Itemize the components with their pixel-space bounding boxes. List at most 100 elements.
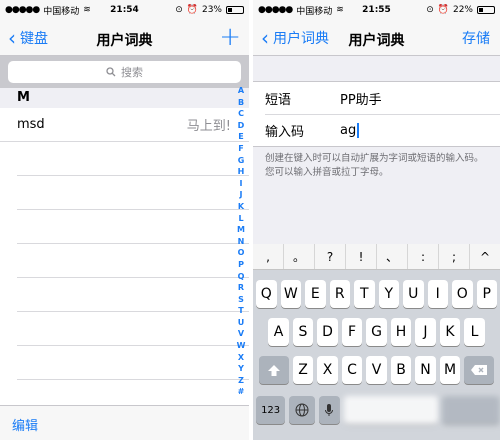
- index-letter-t[interactable]: T: [238, 305, 243, 317]
- key-t[interactable]: T: [354, 280, 375, 308]
- empty-row: [17, 244, 249, 278]
- punctuation-key[interactable]: 。: [284, 244, 315, 269]
- index-letter-v[interactable]: V: [238, 328, 244, 340]
- battery-icon: [477, 6, 495, 14]
- punctuation-key[interactable]: :: [408, 244, 439, 269]
- key-q[interactable]: Q: [256, 280, 277, 308]
- index-letter-hash[interactable]: #: [238, 386, 245, 398]
- key-o[interactable]: O: [452, 280, 473, 308]
- index-letter-p[interactable]: P: [238, 259, 244, 271]
- shift-key[interactable]: [258, 356, 289, 384]
- keyboard-row-2: ASDFGHJKL: [253, 318, 500, 346]
- key-l[interactable]: L: [464, 318, 485, 346]
- key-w[interactable]: W: [280, 280, 301, 308]
- status-bar: ●●●●● 中国移动 ≋ 21:55 ⊙ ⏰ 22%: [253, 0, 500, 20]
- index-letter-r[interactable]: R: [238, 282, 244, 294]
- section-header: M: [0, 88, 249, 108]
- key-x[interactable]: X: [317, 356, 338, 384]
- status-bar: ●●●●● 中国移动 ≋ 21:54 ⊙ ⏰ 23%: [0, 0, 249, 20]
- index-letter-w[interactable]: W: [237, 340, 246, 352]
- key-a[interactable]: A: [268, 318, 289, 346]
- navigation-bar: ‹ 用户词典 用户词典 存储: [253, 20, 500, 56]
- key-e[interactable]: E: [305, 280, 326, 308]
- punctuation-key[interactable]: ;: [439, 244, 470, 269]
- keyboard-row-3: ZXCVBNM: [253, 356, 500, 384]
- key-d[interactable]: D: [317, 318, 338, 346]
- key-m[interactable]: M: [439, 356, 461, 384]
- key-j[interactable]: J: [415, 318, 436, 346]
- key-u[interactable]: U: [403, 280, 424, 308]
- key-y[interactable]: Y: [378, 280, 399, 308]
- key-v[interactable]: V: [366, 356, 387, 384]
- index-letter-i[interactable]: I: [240, 178, 243, 190]
- key-n[interactable]: N: [415, 356, 436, 384]
- punctuation-key[interactable]: ?: [315, 244, 346, 269]
- phrase-label: 短语: [265, 92, 292, 108]
- index-letter-l[interactable]: L: [238, 213, 243, 225]
- phrase-value[interactable]: PP助手: [340, 89, 382, 108]
- index-letter-z[interactable]: Z: [238, 375, 244, 387]
- delete-key[interactable]: [464, 356, 495, 384]
- phrase-field[interactable]: 短语 PP助手: [253, 82, 500, 114]
- chevron-left-icon: ‹: [261, 26, 269, 50]
- index-letter-y[interactable]: Y: [238, 363, 244, 375]
- key-h[interactable]: H: [390, 318, 412, 346]
- navigation-bar: ‹ 键盘 用户词典 +: [0, 20, 249, 56]
- index-letter-q[interactable]: Q: [238, 271, 245, 283]
- entry-phrase: 马上到!: [186, 119, 231, 134]
- list-item[interactable]: msd 马上到!: [0, 108, 249, 142]
- index-letter-d[interactable]: D: [238, 120, 245, 132]
- punctuation-key[interactable]: ^: [470, 244, 500, 269]
- index-letter-c[interactable]: C: [238, 108, 244, 120]
- key-s[interactable]: S: [292, 318, 314, 346]
- index-letter-b[interactable]: B: [238, 97, 244, 109]
- empty-row: [17, 176, 249, 210]
- section-index[interactable]: A B C D E F G H I J K L M N O P Q R S T U V W X Y Z #: [235, 85, 247, 398]
- shortcut-field[interactable]: 输入码 ag: [265, 114, 500, 146]
- index-letter-u[interactable]: U: [238, 317, 245, 329]
- index-letter-a[interactable]: A: [238, 85, 244, 97]
- return-key[interactable]: [441, 396, 500, 424]
- microphone-key[interactable]: [318, 396, 340, 424]
- numbers-key[interactable]: 123: [256, 396, 286, 424]
- index-letter-x[interactable]: X: [238, 352, 244, 364]
- search-placeholder: 搜索: [121, 66, 143, 79]
- back-button[interactable]: ‹ 用户词典: [261, 28, 329, 48]
- save-button[interactable]: 存储: [462, 28, 490, 48]
- punctuation-bar: ,。?!、:; ^: [253, 244, 500, 270]
- key-g[interactable]: G: [366, 318, 387, 346]
- back-button[interactable]: ‹ 键盘: [8, 28, 48, 48]
- index-letter-f[interactable]: F: [238, 143, 243, 155]
- search-input[interactable]: 搜索: [8, 61, 241, 83]
- index-letter-m[interactable]: M: [237, 224, 245, 236]
- key-r[interactable]: R: [329, 280, 350, 308]
- index-letter-n[interactable]: N: [238, 236, 245, 248]
- key-i[interactable]: I: [427, 280, 448, 308]
- shortcut-value[interactable]: ag: [340, 123, 356, 138]
- globe-icon: [295, 403, 309, 417]
- key-k[interactable]: K: [439, 318, 461, 346]
- add-entry-button[interactable]: +: [219, 22, 241, 52]
- punctuation-key[interactable]: !: [346, 244, 377, 269]
- index-letter-e[interactable]: E: [238, 131, 243, 143]
- punctuation-key[interactable]: 、: [377, 244, 408, 269]
- keyboard-row-4: 123: [253, 396, 500, 424]
- key-f[interactable]: F: [341, 318, 363, 346]
- index-letter-o[interactable]: O: [238, 247, 245, 259]
- keyboard-row-1: QWERTYUIOP: [253, 280, 500, 308]
- index-letter-j[interactable]: J: [240, 189, 243, 201]
- space-key[interactable]: [344, 396, 438, 424]
- index-letter-s[interactable]: S: [238, 294, 244, 306]
- punctuation-key[interactable]: ,: [253, 244, 284, 269]
- key-p[interactable]: P: [476, 280, 497, 308]
- add-entry-screen: ●●●●● 中国移动 ≋ 21:55 ⊙ ⏰ 22% ‹ 用户词典 用户词典 存…: [253, 0, 500, 440]
- index-letter-k[interactable]: K: [238, 201, 244, 213]
- globe-key[interactable]: [289, 396, 315, 424]
- key-c[interactable]: C: [341, 356, 363, 384]
- index-letter-g[interactable]: G: [238, 155, 245, 167]
- edit-button[interactable]: 编辑: [12, 415, 38, 434]
- status-time: 21:54: [110, 5, 139, 15]
- key-z[interactable]: Z: [292, 356, 314, 384]
- key-b[interactable]: B: [390, 356, 412, 384]
- index-letter-h[interactable]: H: [238, 166, 245, 178]
